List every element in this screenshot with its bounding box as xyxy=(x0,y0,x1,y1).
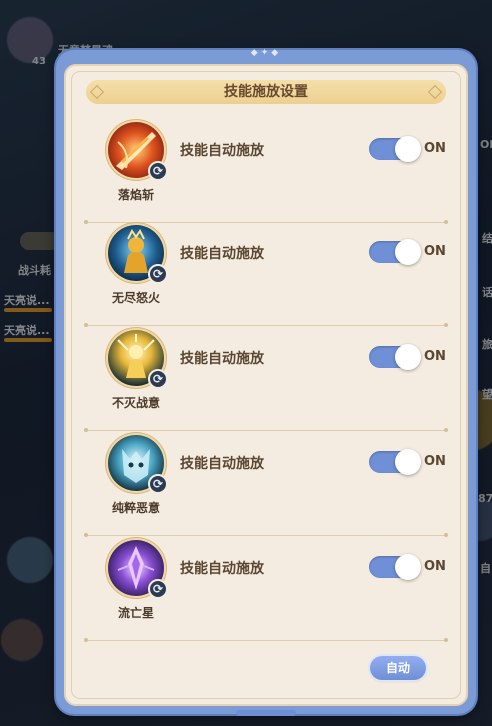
refresh-icon: ⟳ xyxy=(148,161,168,181)
toggle-knob xyxy=(395,239,421,265)
skill-name: 不灭战意 xyxy=(111,396,160,410)
refresh-icon: ⟳ xyxy=(148,369,168,389)
dialog-body: 技能施放设置 ⟳ 落焰斩 技能自动施放 ON ⟳ 无尽怒火 技能自动施放 ON … xyxy=(64,64,468,706)
diamond-ornament-icon xyxy=(427,84,443,100)
diamond-ornament-icon xyxy=(89,84,105,100)
auto-button[interactable]: 自动 xyxy=(370,656,426,680)
skill-name: 流亡星 xyxy=(117,606,154,620)
skill-name: 无尽怒火 xyxy=(111,291,160,305)
auto-cast-toggle[interactable] xyxy=(369,136,421,162)
skill-row: ⟳ 纯粹恶意 技能自动施放 ON xyxy=(84,431,448,537)
skill-name: 纯粹恶意 xyxy=(111,501,160,515)
dialog-title: 技能施放设置 xyxy=(224,84,308,100)
top-ornament: ◆✦◆ xyxy=(250,48,282,58)
toggle-state-label: ON xyxy=(424,349,446,364)
skill-row: ⟳ 无尽怒火 技能自动施放 ON xyxy=(84,221,448,327)
refresh-icon: ⟳ xyxy=(148,264,168,284)
skill-name: 落焰斩 xyxy=(117,188,154,202)
auto-cast-toggle[interactable] xyxy=(369,554,421,580)
auto-cast-label: 技能自动施放 xyxy=(180,456,264,472)
row-divider xyxy=(84,638,448,642)
toggle-state-label: ON xyxy=(424,454,446,469)
skill-row: ⟳ 落焰斩 技能自动施放 ON xyxy=(84,118,448,224)
auto-cast-label: 技能自动施放 xyxy=(180,561,264,577)
dialog-title-bar: 技能施放设置 xyxy=(86,80,446,104)
toggle-state-label: ON xyxy=(424,141,446,156)
auto-cast-label: 技能自动施放 xyxy=(180,351,264,367)
skill-cast-settings-dialog: ◆✦◆ 技能施放设置 ⟳ 落焰斩 技能自动施放 ON ⟳ 无尽怒火 技能自动施放… xyxy=(56,48,476,716)
auto-cast-toggle[interactable] xyxy=(369,449,421,475)
skill-row: ⟳ 不灭战意 技能自动施放 ON xyxy=(84,326,448,432)
toggle-knob xyxy=(395,136,421,162)
toggle-state-label: ON xyxy=(424,559,446,574)
refresh-icon: ⟳ xyxy=(148,579,168,599)
auto-cast-toggle[interactable] xyxy=(369,344,421,370)
toggle-state-label: ON xyxy=(424,244,446,259)
toggle-knob xyxy=(395,449,421,475)
auto-cast-toggle[interactable] xyxy=(369,239,421,265)
toggle-knob xyxy=(395,344,421,370)
auto-cast-label: 技能自动施放 xyxy=(180,246,264,262)
bottom-ornament xyxy=(236,710,296,716)
refresh-icon: ⟳ xyxy=(148,474,168,494)
toggle-knob xyxy=(395,554,421,580)
skill-row: ⟳ 流亡星 技能自动施放 ON xyxy=(84,536,448,642)
auto-cast-label: 技能自动施放 xyxy=(180,143,264,159)
